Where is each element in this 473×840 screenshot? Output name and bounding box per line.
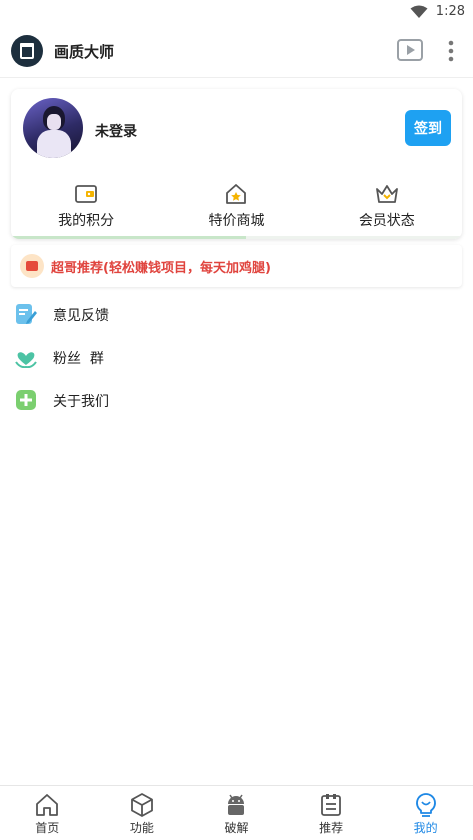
more-vertical-icon[interactable] — [443, 39, 459, 63]
shop-icon — [226, 184, 247, 204]
feature-label: 会员状态 — [358, 213, 415, 229]
fans-group-icon — [15, 352, 37, 368]
nav-label: 推荐 — [319, 821, 344, 835]
feature-label: 我的积分 — [58, 213, 115, 229]
status-time: 1:28 — [435, 4, 465, 19]
menu-label: 意见反馈 — [53, 308, 109, 324]
menu-label: 关于我们 — [53, 394, 109, 410]
signin-button[interactable]: 签到 — [405, 110, 451, 146]
gift-icon — [20, 254, 44, 278]
app-title: 画质大师 — [54, 43, 115, 61]
progress-fill — [11, 236, 246, 239]
nav-item-mine[interactable]: 我的 — [378, 786, 473, 840]
nav-item-features[interactable]: 功能 — [95, 786, 190, 840]
feedback-icon — [16, 304, 37, 324]
cube-icon — [130, 793, 153, 817]
menu-label: 粉丝 群 — [53, 351, 104, 367]
feature-label: 特价商城 — [208, 213, 265, 229]
feature-row: 我的积分 特价商城 会员状态 — [11, 183, 462, 231]
promo-banner[interactable]: 超哥推荐(轻松赚钱项目，每天加鸡腿) — [11, 245, 462, 287]
status-bar: 1:28 — [0, 0, 473, 26]
promo-text: 超哥推荐(轻松赚钱项目，每天加鸡腿) — [51, 261, 271, 276]
profile-card: 未登录 签到 我的积分 特价商城 会员状态 — [11, 89, 462, 239]
menu-item-fans-group[interactable]: 粉丝 群 — [0, 336, 473, 379]
feature-points[interactable]: 我的积分 — [11, 183, 161, 231]
progress-track — [11, 236, 462, 239]
nav-label: 功能 — [129, 821, 154, 835]
feature-shop[interactable]: 特价商城 — [161, 183, 311, 231]
app-bar: 画质大师 — [0, 26, 473, 78]
wallet-icon — [75, 185, 98, 203]
nav-item-recommend[interactable]: 推荐 — [284, 786, 379, 840]
bottom-nav: 首页 功能 破解 推荐 我的 — [0, 785, 473, 840]
menu-item-about[interactable]: 关于我们 — [0, 379, 473, 422]
username[interactable]: 未登录 — [95, 121, 137, 141]
play-icon[interactable] — [397, 39, 423, 61]
about-icon — [16, 390, 36, 410]
menu-item-feedback[interactable]: 意见反馈 — [0, 293, 473, 336]
avatar[interactable] — [23, 98, 83, 158]
menu-list: 意见反馈 粉丝 群 关于我们 — [0, 293, 473, 422]
list-icon — [321, 794, 341, 816]
nav-item-crack[interactable]: 破解 — [189, 786, 284, 840]
nav-item-home[interactable]: 首页 — [0, 786, 95, 840]
nav-label: 我的 — [413, 821, 438, 835]
nav-label: 破解 — [224, 821, 249, 835]
bulb-icon — [415, 793, 436, 817]
feature-vip[interactable]: 会员状态 — [312, 183, 462, 231]
status-right: 1:28 — [410, 4, 465, 19]
app-logo — [11, 35, 43, 67]
wifi-icon — [410, 5, 428, 18]
crown-icon — [375, 185, 398, 203]
home-icon — [36, 794, 59, 816]
nav-label: 首页 — [35, 821, 60, 835]
android-icon — [228, 794, 245, 815]
